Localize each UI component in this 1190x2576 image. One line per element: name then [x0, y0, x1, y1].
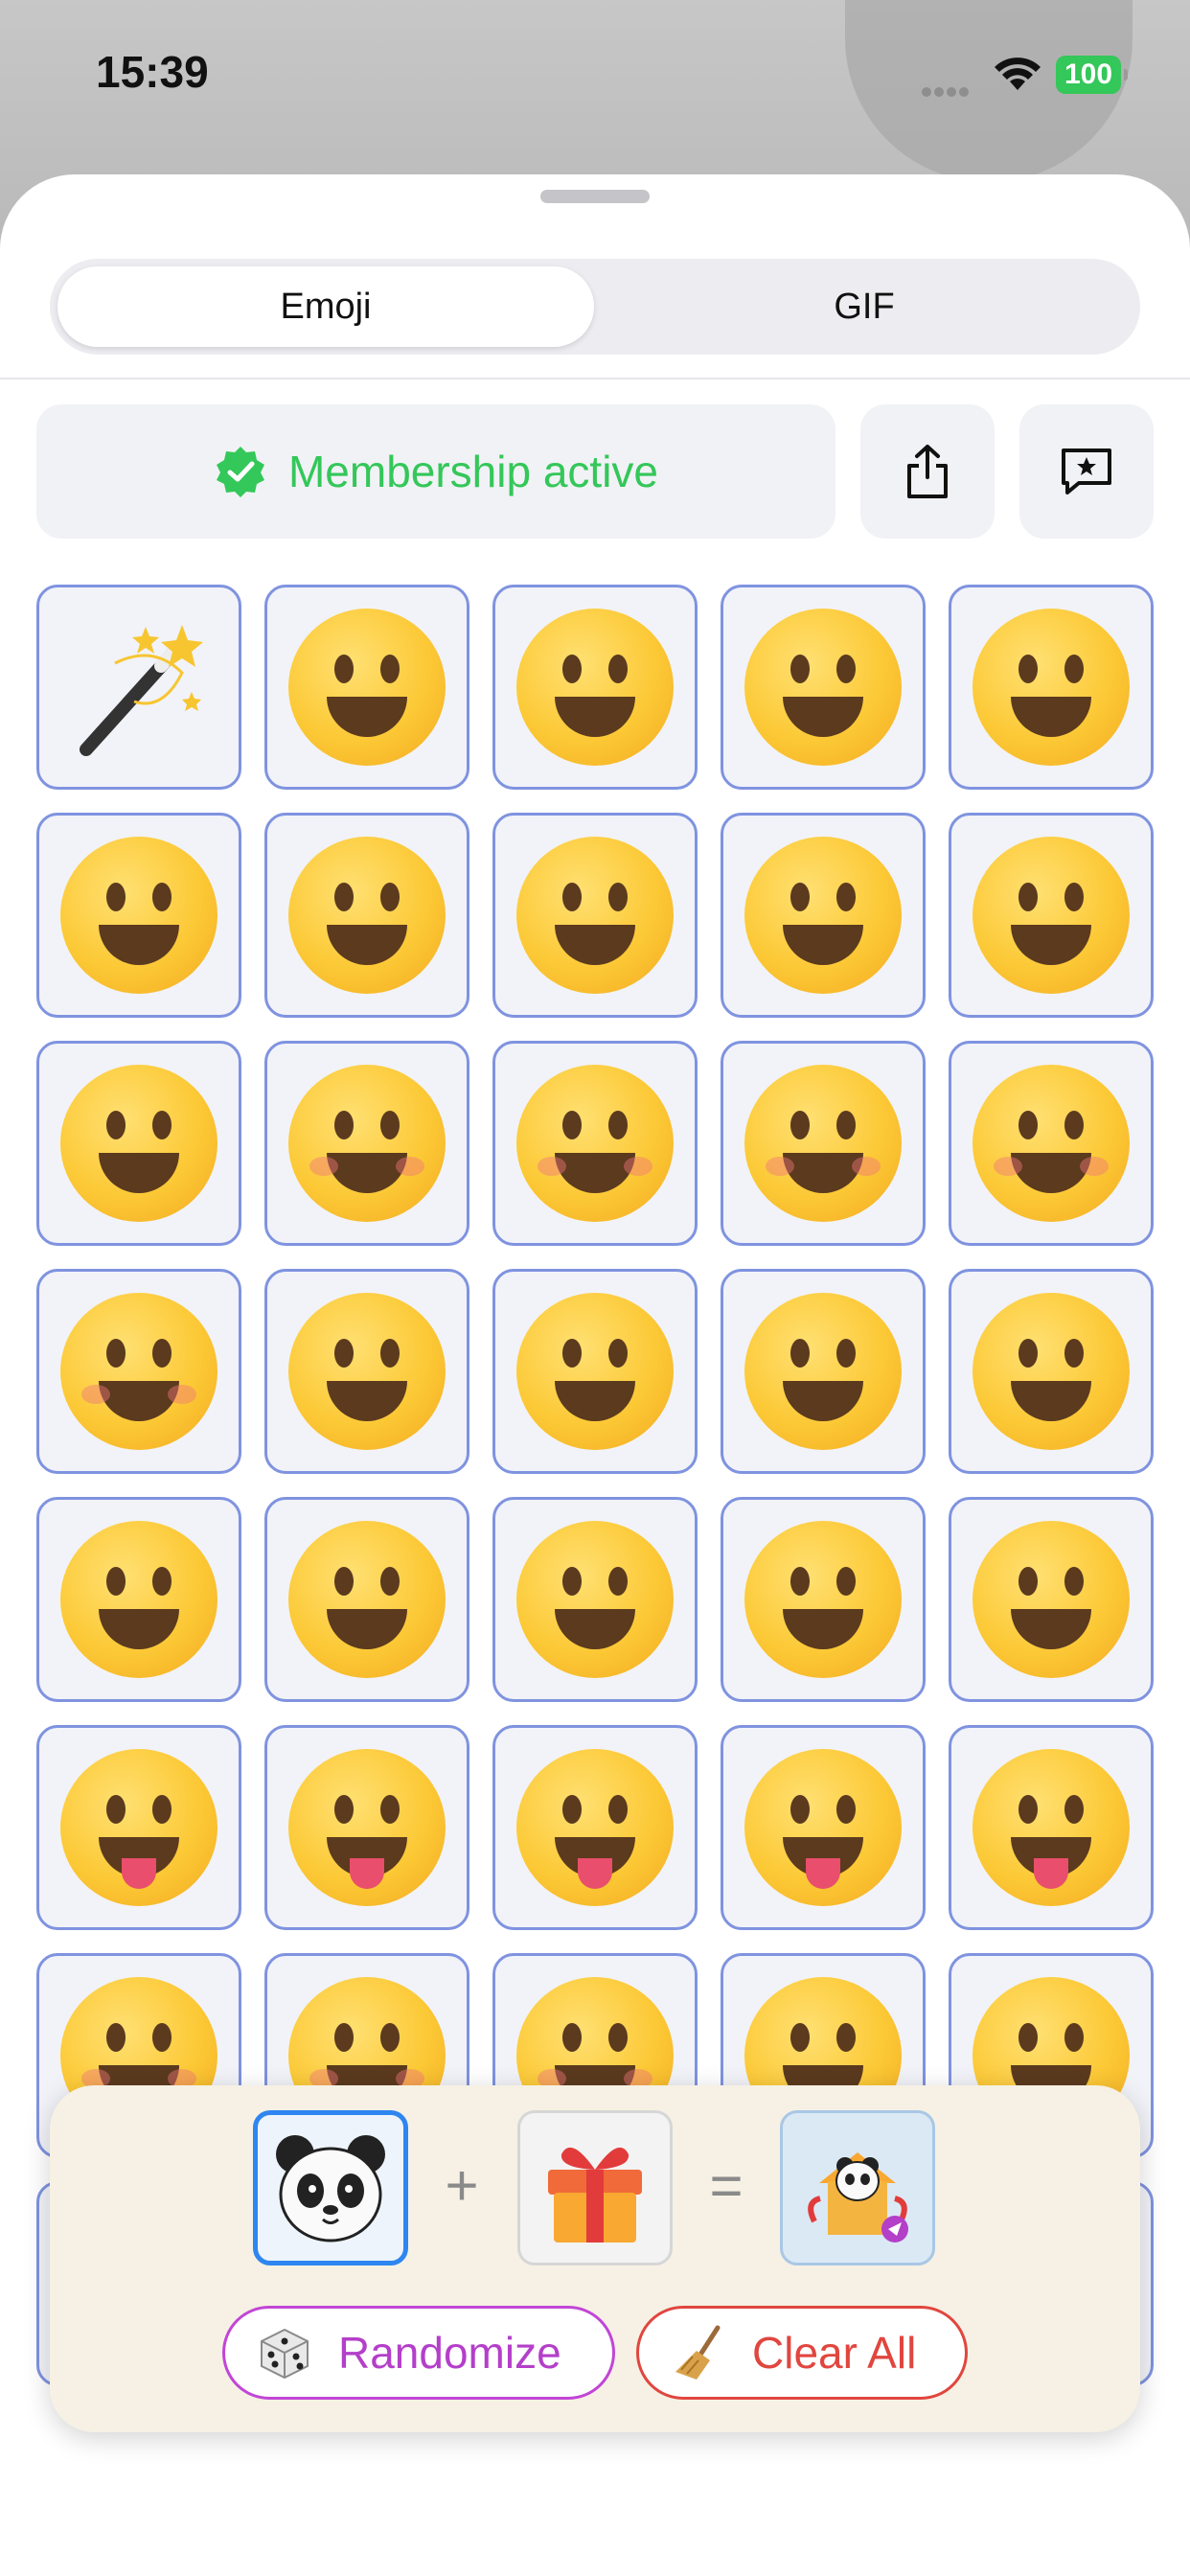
face-exhaling-icon: [60, 1521, 217, 1678]
emoji-cell-tongue-out[interactable]: [264, 1725, 469, 1930]
emoji-cell-savoring-food[interactable]: [36, 1725, 241, 1930]
mixer-result[interactable]: [780, 2110, 935, 2266]
tab-gif[interactable]: GIF: [596, 266, 1133, 347]
face-blowing-kiss-icon: [973, 1065, 1130, 1222]
zany-face-icon: [973, 1749, 1130, 1906]
emoji-cell-squinting-tongue[interactable]: [492, 1725, 698, 1930]
membership-label: Membership active: [287, 447, 659, 496]
emoji-cell-winking-tongue[interactable]: [721, 1725, 926, 1930]
dice-icon: [261, 2328, 309, 2380]
emoji-cell-kissing-smiling-eyes[interactable]: [492, 1041, 698, 1246]
randomize-label: Randomize: [338, 2328, 561, 2378]
share-button[interactable]: [860, 404, 995, 539]
mixer-slot-left[interactable]: [253, 2110, 408, 2266]
grinning-sweat-icon: [288, 837, 446, 994]
emoji-cell-kissing-face[interactable]: [264, 1041, 469, 1246]
heart-eyes-icon: [288, 1293, 446, 1450]
mode-segmented-control: Emoji GIF: [50, 259, 1140, 355]
winking-face-icon: [60, 1065, 217, 1222]
sheet-grabber[interactable]: [540, 190, 650, 203]
message-star-icon: [1062, 448, 1111, 494]
winking-tongue-icon: [744, 1749, 902, 1906]
beaming-face-icon: [973, 609, 1130, 766]
clear-all-button[interactable]: Clear All: [636, 2306, 968, 2400]
emoji-cell-beaming-face[interactable]: [949, 585, 1154, 790]
emoji-cell-squinting-laughing[interactable]: [36, 813, 241, 1018]
status-time: 15:39: [96, 47, 209, 97]
divider: [0, 378, 1190, 380]
emoji-cell-winking-face[interactable]: [36, 1041, 241, 1246]
equals-operator: =: [709, 2153, 744, 2218]
magic-wand-icon: [80, 625, 203, 756]
kissing-smiling-eyes-icon: [516, 1065, 674, 1222]
emoji-cell-heart-eyes[interactable]: [264, 1269, 469, 1474]
verified-badge-icon: [216, 447, 264, 497]
cellular-signal-icon: [922, 82, 979, 97]
loudly-crying-icon: [973, 837, 1130, 994]
emoji-cell-zany-face[interactable]: [949, 1725, 1154, 1930]
clear-all-label: Clear All: [752, 2328, 917, 2378]
emoji-cell-star-struck[interactable]: [492, 1269, 698, 1474]
panda-gift-result-icon: [808, 2152, 908, 2242]
pleading-face-icon: [973, 1521, 1130, 1678]
emoji-cell-grinning-sweat[interactable]: [264, 813, 469, 1018]
emoji-cell-smiling-hearts[interactable]: [36, 1269, 241, 1474]
membership-button[interactable]: Membership active: [36, 404, 835, 539]
emoji-cell-tears-of-joy[interactable]: [492, 813, 698, 1018]
emoji-cell-grinning-smiling-eyes[interactable]: [721, 585, 926, 790]
broom-icon: [675, 2325, 721, 2380]
partying-face-icon: [744, 1293, 902, 1450]
emoji-cell-pleading-face[interactable]: [949, 1497, 1154, 1702]
randomize-button[interactable]: Randomize: [222, 2306, 615, 2400]
kissing-closed-eyes-icon: [744, 1065, 902, 1222]
grinning-big-eyes-icon: [516, 609, 674, 766]
emoji-cell-loudly-crying[interactable]: [949, 813, 1154, 1018]
emoji-cell-relieved-shine[interactable]: [949, 1269, 1154, 1474]
smiling-hearts-icon: [60, 1293, 217, 1450]
emoji-cell-rolling-laughing[interactable]: [721, 813, 926, 1018]
status-bar: 15:39 100: [0, 0, 1190, 153]
gift-icon: [548, 2147, 642, 2242]
panda-icon: [276, 2135, 385, 2242]
star-struck-icon: [516, 1293, 674, 1450]
smiling-tear-icon: [744, 1521, 902, 1678]
savoring-food-icon: [60, 1749, 217, 1906]
relieved-shine-icon: [973, 1293, 1130, 1450]
upside-down-icon: [288, 1521, 446, 1678]
emoji-cell-face-exhaling[interactable]: [36, 1497, 241, 1702]
emoji-cell-grinning-face[interactable]: [264, 585, 469, 790]
emoji-cell-grinning-big-eyes[interactable]: [492, 585, 698, 790]
mixer-slot-right[interactable]: [517, 2110, 673, 2266]
plus-operator: +: [445, 2153, 479, 2218]
tab-emoji[interactable]: Emoji: [57, 266, 594, 347]
rolling-laughing-icon: [744, 837, 902, 994]
emoji-cell-magic-wand[interactable]: [36, 585, 241, 790]
emoji-cell-kissing-closed-eyes[interactable]: [721, 1041, 926, 1246]
grinning-smiling-eyes-icon: [744, 609, 902, 766]
emoji-cell-smiling-tear[interactable]: [721, 1497, 926, 1702]
share-icon: [907, 445, 948, 498]
emoji-cell-face-blowing-kiss[interactable]: [949, 1041, 1154, 1246]
grinning-face-icon: [288, 609, 446, 766]
emoji-cell-partying-face[interactable]: [721, 1269, 926, 1474]
tongue-out-icon: [288, 1749, 446, 1906]
feedback-button[interactable]: [1019, 404, 1154, 539]
bottom-sheet: Emoji GIF Membership active + = Randomiz…: [0, 174, 1190, 2576]
squinting-tongue-icon: [516, 1749, 674, 1906]
wifi-icon: [995, 58, 1041, 90]
kissing-face-icon: [288, 1065, 446, 1222]
battery-indicator: 100: [1056, 56, 1128, 94]
emoji-mixer-panel: + = Randomize Clear All: [50, 2085, 1140, 2432]
emoji-cell-slightly-smiling[interactable]: [492, 1497, 698, 1702]
slightly-smiling-icon: [516, 1521, 674, 1678]
squinting-laughing-icon: [60, 837, 217, 994]
tears-of-joy-icon: [516, 837, 674, 994]
emoji-cell-upside-down[interactable]: [264, 1497, 469, 1702]
